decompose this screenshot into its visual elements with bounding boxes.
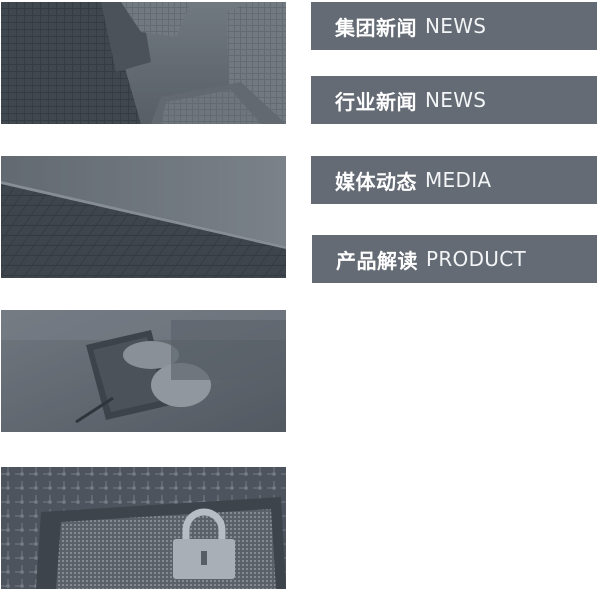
skyscrapers-image[interactable] (1, 2, 286, 124)
category-en-label: PRODUCT (426, 247, 527, 271)
solar-panels-image[interactable] (1, 156, 286, 278)
category-en-label: NEWS (425, 88, 487, 112)
category-en-label: MEDIA (425, 168, 492, 192)
category-group-news-button[interactable]: 集团新闻 NEWS (311, 2, 597, 50)
circuit-lock-image[interactable] (1, 467, 286, 589)
category-product-button[interactable]: 产品解读 PRODUCT (312, 235, 597, 283)
category-zh-label: 媒体动态 (335, 169, 417, 194)
tablet-hands-image[interactable] (1, 310, 286, 432)
category-media-button[interactable]: 媒体动态 MEDIA (311, 156, 597, 204)
category-zh-label: 集团新闻 (335, 15, 417, 40)
category-zh-label: 行业新闻 (335, 89, 417, 114)
category-industry-news-button[interactable]: 行业新闻 NEWS (311, 76, 597, 124)
category-en-label: NEWS (425, 14, 487, 38)
category-zh-label: 产品解读 (336, 248, 418, 273)
